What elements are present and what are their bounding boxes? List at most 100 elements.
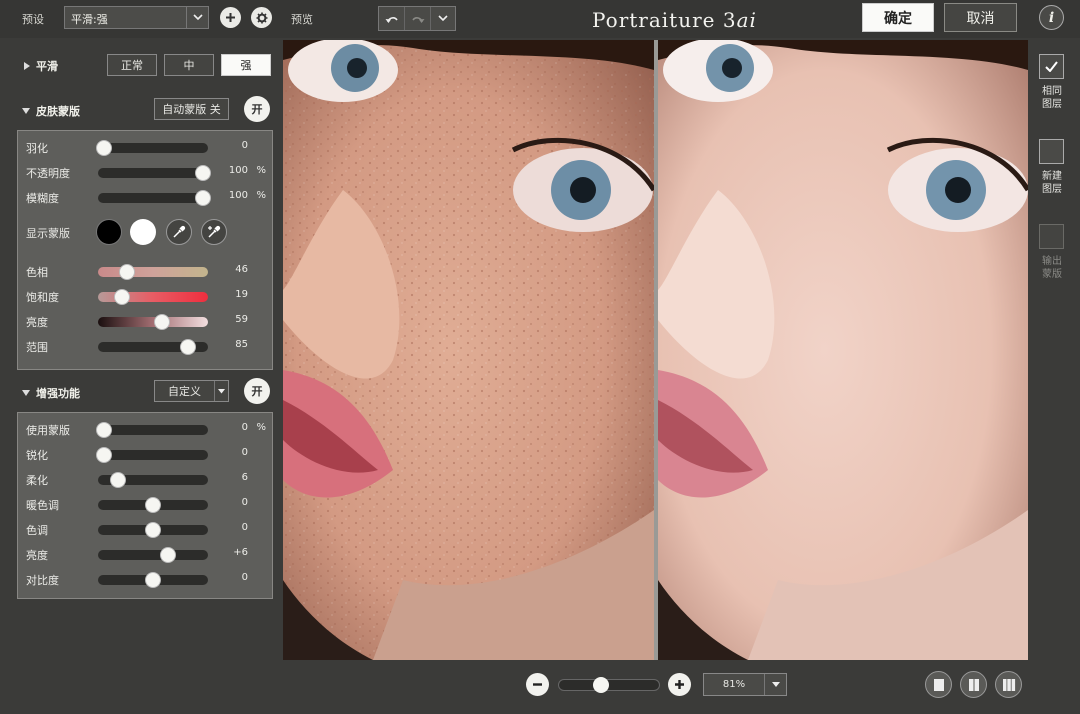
- view-split-vertical-button[interactable]: [960, 671, 987, 698]
- skin-mask-toggle[interactable]: 开: [244, 96, 270, 122]
- slider-knob[interactable]: [95, 447, 112, 463]
- slider-knob[interactable]: [95, 422, 112, 438]
- slider-row-brightness: 亮度 59: [18, 311, 274, 331]
- slider-row-tint: 色调 0: [18, 519, 274, 539]
- brightness-slider-track[interactable]: [98, 314, 208, 330]
- eyedropper-button[interactable]: [166, 219, 192, 245]
- slider-label: 锐化: [26, 449, 48, 462]
- skin-mask-section-header[interactable]: 皮肤蒙版: [22, 103, 80, 119]
- minus-icon: [533, 683, 542, 686]
- contrast-slider-track[interactable]: [98, 572, 208, 588]
- slider-knob[interactable]: [145, 572, 161, 588]
- smoothing-medium-button[interactable]: 中: [164, 54, 214, 76]
- zoom-slider-track[interactable]: [558, 677, 660, 693]
- preview-image-area[interactable]: [283, 40, 1028, 660]
- skin-mask-title: 皮肤蒙版: [36, 105, 80, 118]
- slider-knob[interactable]: [194, 165, 211, 181]
- range-slider-track[interactable]: [98, 339, 208, 355]
- slider-knob[interactable]: [109, 472, 126, 488]
- brightness-slider-track[interactable]: [98, 547, 208, 563]
- slider-label: 范围: [26, 341, 48, 354]
- slider-value: 85: [235, 339, 248, 350]
- slider-label: 不透明度: [26, 167, 70, 180]
- zoom-level-dropdown[interactable]: 81%: [703, 673, 787, 696]
- white-mask-swatch[interactable]: [130, 219, 156, 245]
- tint-slider-track[interactable]: [98, 522, 208, 538]
- undo-button[interactable]: [379, 7, 405, 30]
- eyedropper-plus-icon: [208, 225, 221, 238]
- slider-value: 100: [228, 190, 248, 201]
- auto-mask-button[interactable]: 自动蒙版 关: [154, 98, 229, 120]
- view-side-by-side-button[interactable]: [995, 671, 1022, 698]
- info-button[interactable]: i: [1039, 5, 1064, 30]
- cancel-button[interactable]: 取消: [944, 3, 1017, 32]
- warmth-slider-track[interactable]: [98, 497, 208, 513]
- gear-icon: [256, 12, 267, 23]
- collapse-arrow-icon: [22, 390, 30, 396]
- new-layer-checkbox[interactable]: [1039, 139, 1064, 164]
- slider-knob[interactable]: [145, 522, 161, 538]
- enhancements-section-header[interactable]: 增强功能: [22, 385, 80, 401]
- slider-label: 暖色调: [26, 499, 59, 512]
- preset-dropdown[interactable]: 平滑:强: [64, 6, 209, 29]
- retouched-photo: [658, 40, 1028, 660]
- checkmark-icon: [1045, 61, 1058, 72]
- slider-value: +6: [233, 547, 248, 558]
- slider-knob[interactable]: [153, 314, 170, 330]
- saturation-slider-track[interactable]: [98, 289, 208, 305]
- enhancements-preset-dropdown[interactable]: 自定义: [154, 380, 229, 402]
- eyedropper-add-button[interactable]: [201, 219, 227, 245]
- slider-row-soften: 柔化 6: [18, 469, 274, 489]
- blur-slider-track[interactable]: [98, 190, 211, 206]
- history-dropdown-button[interactable]: [431, 7, 455, 30]
- sharpen-slider-track[interactable]: [95, 447, 208, 463]
- slider-knob[interactable]: [145, 497, 161, 513]
- slider-knob[interactable]: [180, 339, 197, 355]
- slider-unit: %: [256, 190, 266, 201]
- output-mask-label: 输出 蒙版: [1042, 256, 1062, 280]
- same-layer-label: 相同 图层: [1042, 86, 1062, 110]
- slider-label: 亮度: [26, 316, 48, 329]
- soften-slider-track[interactable]: [98, 472, 208, 488]
- slider-row-brightness: 亮度 +6: [18, 544, 274, 564]
- slider-knob[interactable]: [114, 289, 131, 305]
- slider-knob[interactable]: [95, 140, 112, 156]
- redo-button[interactable]: [405, 7, 431, 30]
- output-mask-checkbox[interactable]: [1039, 224, 1064, 249]
- feather-slider-track[interactable]: [95, 140, 208, 156]
- undo-icon: [385, 16, 398, 23]
- slider-row-contrast: 对比度 0: [18, 569, 274, 589]
- slider-value: 100: [228, 165, 248, 176]
- dropdown-value: 自定义: [168, 385, 201, 398]
- slider-label: 色相: [26, 266, 48, 279]
- caret-down-icon: [764, 674, 786, 695]
- black-mask-swatch[interactable]: [96, 219, 122, 245]
- slider-value: 0: [241, 422, 248, 433]
- smoothing-strong-button[interactable]: 强: [221, 54, 271, 76]
- use-mask-slider-track[interactable]: [95, 422, 208, 438]
- slider-knob[interactable]: [194, 190, 211, 206]
- hue-slider-track[interactable]: [98, 264, 208, 280]
- zoom-slider-knob[interactable]: [593, 677, 610, 693]
- smoothing-section-header[interactable]: 平滑: [24, 58, 58, 74]
- same-layer-checkbox[interactable]: [1039, 54, 1064, 79]
- slider-value: 59: [235, 314, 248, 325]
- smoothing-normal-button[interactable]: 正常: [107, 54, 157, 76]
- slider-label: 色调: [26, 524, 48, 537]
- slider-label: 柔化: [26, 474, 48, 487]
- zoom-in-button[interactable]: [668, 673, 691, 696]
- zoom-out-button[interactable]: [526, 673, 549, 696]
- slider-row-saturation: 饱和度 19: [18, 286, 274, 306]
- opacity-slider-track[interactable]: [98, 165, 211, 181]
- preset-settings-button[interactable]: [251, 7, 272, 28]
- enhancements-toggle[interactable]: 开: [244, 378, 270, 404]
- slider-knob[interactable]: [160, 547, 177, 563]
- ok-button[interactable]: 确定: [862, 3, 934, 32]
- caret-down-icon: [214, 381, 228, 401]
- add-preset-button[interactable]: [220, 7, 241, 28]
- single-view-icon: [933, 678, 944, 691]
- history-controls: [378, 6, 456, 31]
- view-single-button[interactable]: [925, 671, 952, 698]
- original-photo: [283, 40, 654, 660]
- slider-knob[interactable]: [118, 264, 135, 280]
